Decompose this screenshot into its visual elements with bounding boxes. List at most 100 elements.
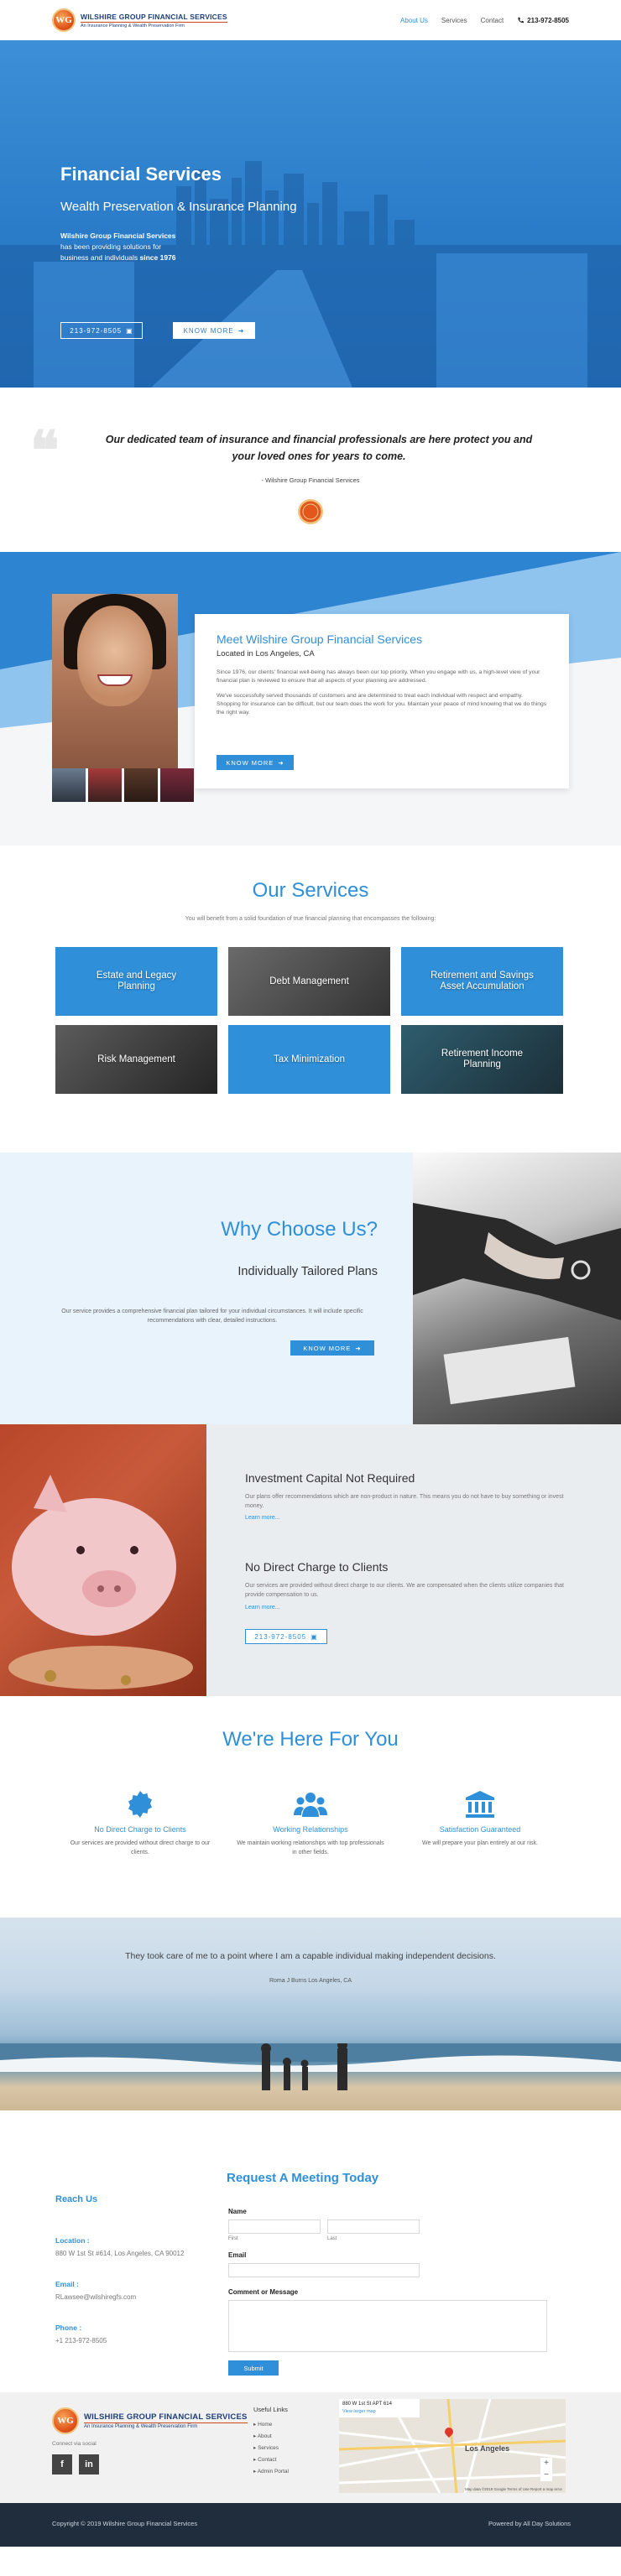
service-tile-debt[interactable]: Debt Management — [228, 947, 390, 1016]
meet-know-more-label: KNOW MORE — [226, 758, 274, 767]
company-seal-icon — [298, 499, 323, 524]
brand-name: WILSHIRE GROUP FINANCIAL SERVICES — [81, 12, 227, 21]
hero-phone-label: 213-972-8505 — [70, 326, 123, 335]
feature-text: We will prepare your plan entirely at ou… — [422, 1840, 538, 1846]
why-title: Why Choose Us? — [221, 1218, 378, 1241]
phone-square-icon: ▣ — [126, 326, 133, 335]
map-larger-link[interactable]: View larger map — [342, 2409, 376, 2414]
location-label: Location : — [55, 2236, 90, 2245]
advisor-photo — [52, 594, 178, 768]
map-address: 880 W 1st St APT 614 — [342, 2402, 392, 2407]
footer-link-home[interactable]: ▸ Home — [253, 2421, 272, 2428]
meet-location: Located in Los Angeles, CA — [217, 649, 315, 658]
footer-logo[interactable]: WG WILSHIRE GROUP FINANCIAL SERVICES An … — [52, 2407, 248, 2434]
footer-link-about[interactable]: ▸ About — [253, 2433, 272, 2439]
powered-by-link[interactable]: Powered by All Day Solutions — [488, 2520, 571, 2527]
location-map[interactable]: 880 W 1st St APT 614 View larger map Los… — [339, 2399, 566, 2493]
linkedin-icon[interactable]: in — [79, 2454, 99, 2475]
feature-title: Satisfaction Guaranteed — [439, 1825, 521, 1834]
team-thumbnail[interactable] — [160, 768, 194, 802]
hero-phone-button[interactable]: 213-972-8505 ▣ — [60, 322, 143, 339]
site-footer: WG WILSHIRE GROUP FINANCIAL SERVICES An … — [0, 2392, 621, 2503]
learn-more-link-2[interactable]: Learn more... — [245, 1605, 280, 1611]
location-value: 880 W 1st St #614, Los Angeles, CA 90012 — [55, 2250, 185, 2257]
quote-section: ❝ Our dedicated team of insurance and fi… — [0, 388, 621, 552]
useful-links-title: Useful Links — [253, 2406, 288, 2413]
why-know-more-button[interactable]: KNOW MORE ➜ — [290, 1340, 374, 1356]
contact-title: Request A Meeting Today — [227, 2171, 379, 2185]
beach-family-image — [0, 2043, 621, 2090]
arrow-circle-icon: ➜ — [278, 758, 284, 767]
feature-title: No Direct Charge to Clients — [94, 1825, 186, 1834]
meet-paragraph-1: Since 1976, our clients' financial well-… — [217, 669, 540, 684]
nav-phone[interactable]: 213-972-8505 — [517, 17, 569, 24]
team-thumbnail[interactable] — [124, 768, 158, 802]
piggy-bank-shapes — [8, 1475, 193, 1689]
capital-section: Investment Capital Not Required Our plan… — [0, 1424, 621, 1696]
team-thumbnail[interactable] — [52, 768, 86, 802]
phone-icon — [518, 17, 524, 23]
phone-link[interactable]: +1 213-972-8505 — [55, 2337, 107, 2344]
service-tile-label: Risk Management — [97, 1054, 175, 1064]
feature-no-charge: No Direct Charge to Clients Our services… — [65, 1790, 216, 1857]
contact-section: Request A Meeting Today Reach Us Locatio… — [0, 2110, 621, 2392]
footer-brand-tagline: An Insurance Planning & Wealth Preservat… — [84, 2422, 248, 2429]
reach-us-title: Reach Us — [55, 2194, 98, 2204]
main-nav: About Us Services Contact 213-972-8505 — [400, 17, 569, 24]
testimonial-text: They took care of me to a point where I … — [125, 1951, 496, 1961]
service-tile-estate[interactable]: Estate and Legacy Planning — [55, 947, 217, 1016]
capital-title-1: Investment Capital Not Required — [245, 1471, 415, 1485]
service-tile-retirement-savings[interactable]: Retirement and Savings Asset Accumulatio… — [401, 947, 563, 1016]
piggy-bank-image — [0, 1424, 206, 1696]
hero-line-3-text: business and individuals — [60, 253, 138, 262]
brand-logo[interactable]: WG WILSHIRE GROUP FINANCIAL SERVICES An … — [52, 8, 227, 32]
connect-label: Connect via social — [52, 2441, 97, 2447]
last-name-input[interactable] — [327, 2220, 420, 2234]
service-tile-label: Debt Management — [269, 976, 349, 986]
capital-title-2: No Direct Charge to Clients — [245, 1560, 389, 1574]
quote-attribution: - Wilshire Group Financial Services — [261, 476, 360, 484]
here-section: We're Here For You No Direct Charge to C… — [0, 1696, 621, 1918]
capital-text-2: Our services are provided without direct… — [245, 1583, 565, 1598]
capital-phone-button[interactable]: 213-972-8505 ▣ — [245, 1629, 327, 1644]
submit-button[interactable]: Submit — [228, 2360, 279, 2376]
email-link[interactable]: RLawsee@wilshiregfs.com — [55, 2293, 136, 2301]
feature-title: Working Relationships — [273, 1825, 348, 1834]
comment-label: Comment or Message — [228, 2288, 299, 2296]
nav-phone-number: 213-972-8505 — [527, 16, 569, 24]
team-thumbnails — [52, 768, 194, 802]
capital-phone-label: 213-972-8505 — [254, 1632, 307, 1641]
feature-text: Our services are provided without direct… — [70, 1840, 211, 1855]
testimonial-author: Roma J Burns Los Angeles, CA — [269, 1978, 352, 1984]
nav-services[interactable]: Services — [441, 17, 467, 24]
team-thumbnail[interactable] — [88, 768, 122, 802]
quote-mark-icon: ❝ — [30, 421, 60, 481]
advisor-face-shape — [77, 606, 153, 706]
facebook-icon[interactable]: f — [52, 2454, 72, 2475]
hero-line-3: business and individuals since 1976 — [60, 253, 176, 262]
hero-subtitle: Wealth Preservation & Insurance Planning — [60, 200, 297, 214]
footer-link-services[interactable]: ▸ Services — [253, 2444, 279, 2451]
meet-section: Meet Wilshire Group Financial Services L… — [0, 552, 621, 846]
service-tile-retirement-income[interactable]: Retirement Income Planning — [401, 1025, 563, 1094]
footer-link-contact[interactable]: ▸ Contact — [253, 2456, 276, 2463]
footer-link-label: Admin Portal — [257, 2469, 289, 2475]
map-zoom-controls[interactable]: + − — [540, 2458, 552, 2481]
service-tile-tax[interactable]: Tax Minimization — [228, 1025, 390, 1094]
comment-textarea[interactable] — [228, 2300, 547, 2352]
phone-square-icon: ▣ — [310, 1632, 318, 1641]
services-title: Our Services — [252, 879, 369, 902]
first-sublabel: First — [228, 2236, 238, 2241]
footer-link-admin[interactable]: ▸ Admin Portal — [253, 2468, 289, 2475]
name-label: Name — [228, 2208, 247, 2215]
copyright-text: Copyright © 2019 Wilshire Group Financia… — [52, 2520, 198, 2527]
email-field[interactable] — [228, 2263, 420, 2277]
first-name-input[interactable] — [228, 2220, 321, 2234]
service-tile-risk[interactable]: Risk Management — [55, 1025, 217, 1094]
nav-contact[interactable]: Contact — [481, 17, 504, 24]
nav-about[interactable]: About Us — [400, 17, 428, 24]
learn-more-link-1[interactable]: Learn more... — [245, 1515, 280, 1521]
hero-know-more-button[interactable]: KNOW MORE ➜ — [173, 322, 255, 339]
meet-card: Meet Wilshire Group Financial Services L… — [195, 614, 569, 788]
meet-know-more-button[interactable]: KNOW MORE ➜ — [217, 755, 294, 770]
